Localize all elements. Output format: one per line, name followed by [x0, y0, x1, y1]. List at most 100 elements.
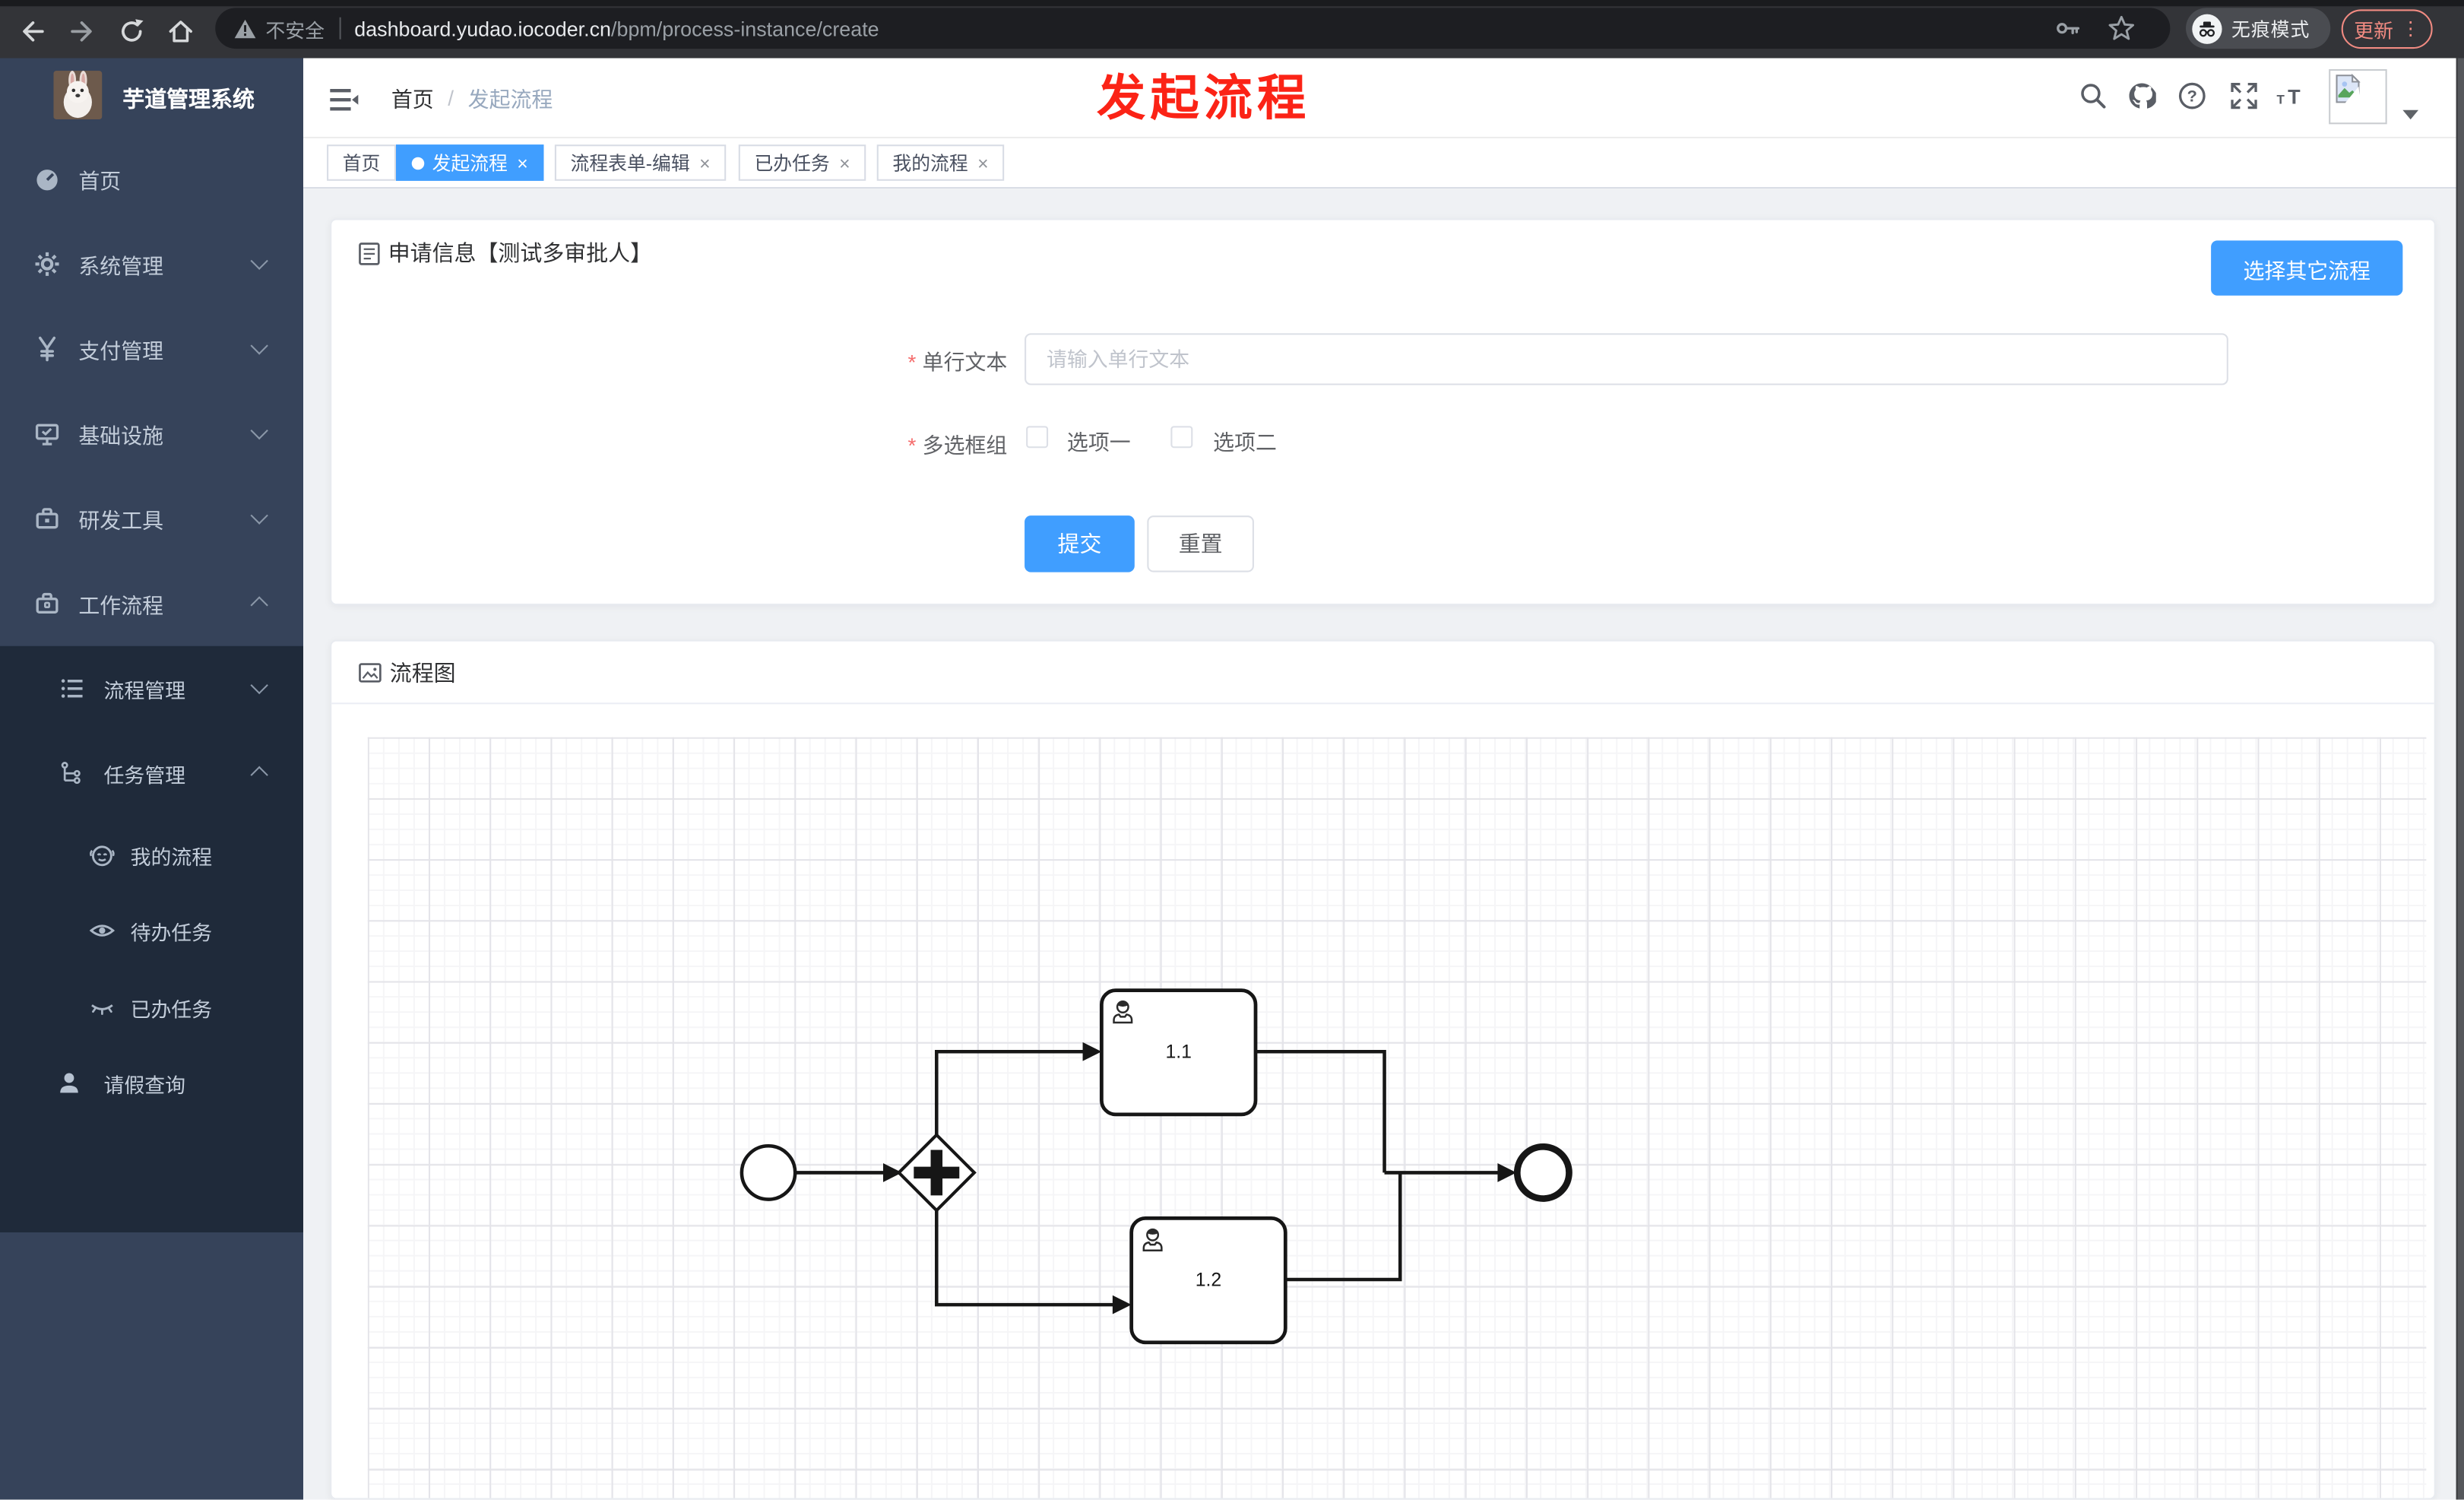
submit-button[interactable]: 提交	[1025, 515, 1135, 572]
close-icon[interactable]: ×	[977, 154, 989, 173]
svg-text:T: T	[2276, 92, 2285, 106]
form-card-header: 申请信息【测试多审批人】	[358, 236, 652, 270]
broken-image-icon	[2336, 72, 2361, 103]
sidebar-item-todo-tasks[interactable]: 待办任务	[0, 893, 303, 968]
chevron-up-icon	[250, 596, 268, 614]
tab-my-processes[interactable]: 我的流程 ×	[876, 144, 1005, 181]
sidebar-item-dev-tools[interactable]: 研发工具	[0, 476, 303, 561]
browser-back-icon[interactable]	[19, 17, 47, 46]
avatar-dropdown-caret[interactable]	[2402, 109, 2419, 120]
svg-text:T: T	[2288, 85, 2301, 108]
sidebar-item-label: 流程管理	[103, 678, 186, 702]
close-icon[interactable]: ×	[839, 154, 850, 173]
briefcase-icon	[36, 592, 59, 614]
browser-reload-icon[interactable]	[118, 17, 146, 46]
diagram-card-header: 流程图	[331, 642, 2434, 705]
sidebar-item-task-management[interactable]: 任务管理	[0, 736, 303, 811]
sidebar-item-process-management[interactable]: 流程管理	[0, 651, 303, 726]
bookmark-star-icon[interactable]	[2108, 14, 2136, 43]
tab-label: 我的流程	[892, 152, 968, 175]
active-tab-dot	[411, 156, 425, 170]
arrowhead	[1112, 1295, 1132, 1314]
bpmn-canvas: 1.1 1.2	[367, 737, 2427, 1498]
app-title: 芋道管理系统	[122, 86, 255, 112]
avatar[interactable]	[2329, 68, 2387, 124]
tab-form-edit[interactable]: 流程表单-编辑 ×	[554, 144, 727, 181]
sidebar-item-label: 工作流程	[78, 594, 164, 618]
reset-button[interactable]: 重置	[1147, 515, 1254, 572]
text-field-label: * 单行文本	[907, 350, 1008, 375]
browser-update-button[interactable]: 更新 ⋮	[2341, 8, 2433, 49]
browser-home-icon[interactable]	[166, 17, 195, 46]
edge-gateway-to-task2	[935, 1208, 1116, 1307]
browser-address-bar[interactable]: 不安全 dashboard.yudao.iocoder.cn/bpm/proce…	[215, 8, 2171, 49]
close-icon[interactable]: ×	[517, 154, 528, 173]
github-icon[interactable]	[2128, 82, 2156, 110]
sidebar-item-workflow[interactable]: 工作流程	[0, 561, 303, 646]
bpmn-user-task-1-1: 1.1	[1100, 988, 1258, 1117]
single-line-text-input[interactable]	[1025, 333, 2228, 385]
url-text: dashboard.yudao.iocoder.cn/bpm/process-i…	[354, 17, 879, 40]
sidebar-logo-row[interactable]: 芋道管理系统	[0, 59, 303, 134]
incognito-badge: 无痕模式	[2186, 8, 2331, 49]
gear-icon	[35, 252, 59, 276]
checkbox-option-1-label[interactable]: 选项一	[1067, 424, 1131, 455]
security-warning-icon	[234, 18, 256, 38]
browser-forward-icon[interactable]	[68, 17, 96, 46]
browser-menu-icon[interactable]: ⋮	[2401, 19, 2420, 38]
sidebar-item-done-tasks[interactable]: 已办任务	[0, 970, 303, 1045]
page-content: 申请信息【测试多审批人】 选择其它流程 *单行文本 *多选框组 选项一 选项二 …	[303, 188, 2464, 1500]
robot-face-icon	[90, 845, 115, 867]
font-size-icon[interactable]: T T	[2276, 82, 2304, 110]
tab-done-tasks[interactable]: 已办任务 ×	[738, 144, 866, 181]
sidebar-item-infrastructure[interactable]: 基础设施	[0, 392, 303, 477]
eye-closed-icon	[91, 1004, 113, 1015]
sidebar-item-label: 任务管理	[103, 763, 186, 787]
checkbox-option-2-label[interactable]: 选项二	[1213, 424, 1277, 455]
chevron-down-icon	[250, 506, 268, 525]
required-mark: *	[907, 433, 917, 458]
chevron-down-icon	[250, 421, 268, 440]
monitor-icon	[35, 423, 59, 446]
diagram-card-title: 流程图	[389, 659, 456, 685]
sidebar-item-label: 系统管理	[78, 254, 164, 278]
sidebar-item-home[interactable]: 首页	[0, 137, 303, 222]
checkbox-option-2[interactable]	[1170, 426, 1193, 449]
sidebar-item-label: 研发工具	[78, 509, 164, 533]
bpmn-end-event	[1513, 1143, 1572, 1202]
sidebar-item-leave-query[interactable]: 请假查询	[0, 1045, 303, 1121]
chevron-down-icon	[250, 252, 268, 270]
password-key-icon[interactable]	[2054, 14, 2082, 43]
incognito-icon	[2192, 13, 2222, 43]
sidebar-item-label: 支付管理	[78, 339, 164, 363]
tabs-bar: 首页 发起流程 × 流程表单-编辑 × 已办任务 × 我的流程 ×	[303, 138, 2464, 189]
sidebar-collapse-icon[interactable]	[330, 87, 359, 115]
help-icon[interactable]: ?	[2178, 82, 2206, 110]
security-label: 不安全	[265, 19, 325, 42]
page-scrollbar[interactable]	[2456, 58, 2464, 1500]
sidebar-item-system-management[interactable]: 系统管理	[0, 222, 303, 307]
yen-icon	[38, 336, 56, 362]
incognito-label: 无痕模式	[2231, 17, 2310, 40]
task-label: 1.2	[1196, 1270, 1221, 1290]
sidebar-item-payment-management[interactable]: 支付管理	[0, 306, 303, 392]
checkbox-option-1[interactable]	[1026, 426, 1049, 449]
url-path: /bpm/process-instance/create	[611, 16, 879, 40]
breadcrumb-current: 发起流程	[467, 87, 553, 112]
sidebar-item-label: 首页	[78, 170, 122, 194]
tab-label: 已办任务	[754, 152, 830, 175]
search-icon[interactable]	[2079, 82, 2107, 110]
tab-start-process[interactable]: 发起流程 ×	[396, 144, 544, 181]
diagram-card: 流程图 1.1 1.2	[330, 639, 2436, 1500]
choose-other-process-button[interactable]: 选择其它流程	[2211, 240, 2403, 296]
sidebar-item-my-processes[interactable]: 我的流程	[0, 817, 303, 893]
edge-task1-to-join	[1256, 1049, 1386, 1173]
fullscreen-icon[interactable]	[2230, 82, 2258, 110]
sidebar-item-label: 我的流程	[130, 845, 213, 869]
tab-label: 流程表单-编辑	[570, 152, 690, 175]
annotation-title: 发起流程	[1097, 71, 1311, 126]
bpmn-parallel-gateway	[896, 1132, 977, 1213]
close-icon[interactable]: ×	[699, 154, 711, 173]
tab-home[interactable]: 首页	[327, 144, 397, 181]
breadcrumb-home[interactable]: 首页	[391, 82, 434, 113]
